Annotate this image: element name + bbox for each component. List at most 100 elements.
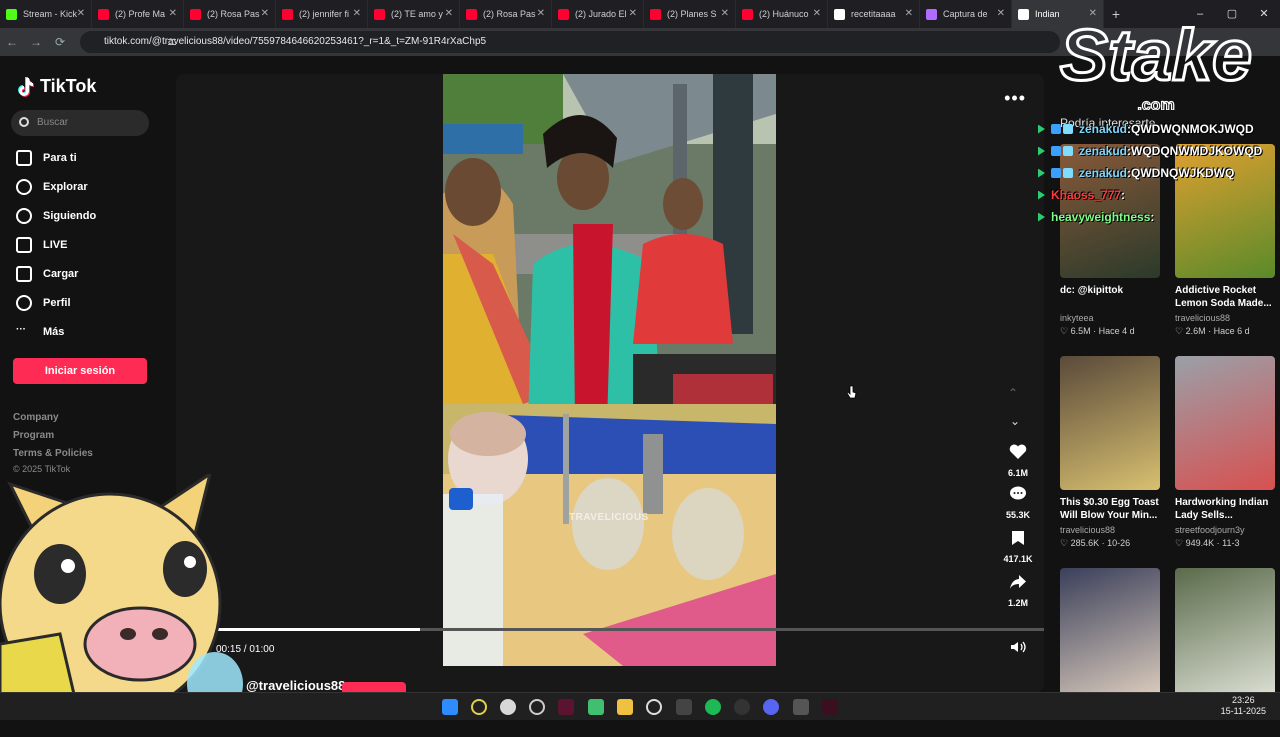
recommendation-meta: ♡ 6.5M · Hace 4 d: [1060, 326, 1160, 337]
tab-favicon-icon: [650, 8, 661, 20]
meta-separator: ·: [1214, 538, 1223, 548]
tab-close-icon[interactable]: ✕: [353, 8, 361, 19]
reload-icon[interactable]: ⟳: [48, 35, 72, 49]
save-action[interactable]: 417.1K: [998, 530, 1038, 564]
site-info-icon[interactable]: [168, 39, 176, 45]
recommendation-author[interactable]: inkyteea: [1060, 313, 1160, 323]
progress-bar[interactable]: [212, 628, 1044, 631]
browser-tab[interactable]: (2) Rosa Pas ✕: [184, 0, 276, 28]
sidebar-item-cargar[interactable]: Cargar: [16, 264, 78, 284]
recommendation-title[interactable]: dc: @kipittok: [1060, 284, 1160, 310]
share-icon: [1010, 575, 1026, 589]
recommendation-card[interactable]: This $0.30 Egg Toast Will Blow Your Min.…: [1060, 356, 1160, 549]
taskbar: 23:26 15-11-2025: [0, 692, 1280, 720]
sidebar-item-m-s[interactable]: ··· Más: [16, 322, 64, 342]
footer-link-program[interactable]: Program: [13, 430, 54, 441]
like-count: 6.1M: [1007, 468, 1028, 478]
tab-close-icon[interactable]: ✕: [813, 8, 821, 19]
more-icon: ···: [16, 324, 26, 335]
recommendation-author[interactable]: travelicious88: [1060, 525, 1160, 535]
video-scene: [443, 74, 776, 666]
like-action[interactable]: 6.1M: [998, 444, 1038, 478]
browser-tab[interactable]: (2) Huánuco ✕: [736, 0, 828, 28]
tab-title: Stream - Kick: [23, 9, 78, 19]
tab-close-icon[interactable]: ✕: [537, 8, 545, 19]
tab-close-icon[interactable]: ✕: [261, 8, 269, 19]
recommendation-title[interactable]: This $0.30 Egg Toast Will Blow Your Min.…: [1060, 496, 1160, 522]
url-field[interactable]: tiktok.com/@travelicious88/video/7559784…: [80, 31, 1060, 53]
tab-close-icon[interactable]: ✕: [721, 8, 729, 19]
next-video-icon[interactable]: ⌄: [1010, 414, 1020, 428]
browser-tab[interactable]: Captura de ✕: [920, 0, 1012, 28]
back-icon[interactable]: ←: [0, 35, 24, 49]
more-options-icon[interactable]: •••: [1004, 88, 1026, 109]
app2-taskbar-icon[interactable]: [588, 699, 604, 715]
recommendation-title[interactable]: Addictive Rocket Lemon Soda Made...: [1175, 284, 1275, 310]
follow-button[interactable]: [342, 682, 406, 692]
start-button[interactable]: [442, 699, 458, 715]
comment-action[interactable]: 55.3K: [998, 486, 1038, 520]
video-author[interactable]: @travelicious88: [246, 678, 345, 692]
recommendation-thumbnail[interactable]: [1060, 568, 1160, 702]
spotify-taskbar-icon[interactable]: [705, 699, 721, 715]
sidebar-item-perfil[interactable]: Perfil: [16, 293, 71, 313]
chat-separator: :: [1121, 188, 1126, 202]
footer-link-terms[interactable]: Terms & Policies: [13, 448, 93, 459]
search-taskbar-icon[interactable]: [471, 699, 487, 715]
mouse-cursor-icon: [847, 385, 857, 399]
video-frame[interactable]: TRAVELICIOUS: [443, 74, 776, 666]
recommendation-thumbnail[interactable]: [1175, 356, 1275, 490]
forward-icon[interactable]: →: [24, 35, 48, 49]
app3-taskbar-icon[interactable]: [676, 699, 692, 715]
sidebar-item-siguiendo[interactable]: Siguiendo: [16, 206, 96, 226]
app5-taskbar-icon[interactable]: [822, 699, 838, 715]
recommendation-author[interactable]: travelicious88: [1175, 313, 1275, 323]
volume-icon[interactable]: [1010, 640, 1026, 654]
recommendation-thumbnail[interactable]: [1175, 568, 1275, 702]
tab-close-icon[interactable]: ✕: [77, 8, 85, 19]
obs-taskbar-icon[interactable]: [646, 699, 662, 715]
recommendation-likes: 949.4K: [1185, 538, 1215, 548]
sidebar-item-explorar[interactable]: Explorar: [16, 177, 88, 197]
browser-tab[interactable]: (2) TE amo y ✕: [368, 0, 460, 28]
search-input[interactable]: Buscar: [11, 110, 149, 136]
recommendation-author[interactable]: streetfoodjourn3y: [1175, 525, 1275, 535]
steam-taskbar-icon[interactable]: [734, 699, 750, 715]
video-player[interactable]: TRAVELICIOUS ••• ⌃ ⌄ 6.1M 55.3K 417.1K 1…: [176, 74, 1044, 692]
tab-close-icon[interactable]: ✕: [905, 8, 913, 19]
recommendation-title[interactable]: Hardworking Indian Lady Sells...: [1175, 496, 1275, 522]
recommendation-date: Hace 4 d: [1098, 326, 1135, 336]
tab-close-icon[interactable]: ✕: [169, 8, 177, 19]
browser-tab[interactable]: (2) Jurado El ✕: [552, 0, 644, 28]
chrome-taskbar-icon[interactable]: [500, 699, 516, 715]
browser-tab[interactable]: (2) jennifer fi ✕: [276, 0, 368, 28]
browser-tab[interactable]: recetitaaaa ✕: [828, 0, 920, 28]
system-clock[interactable]: 23:26 15-11-2025: [1221, 695, 1266, 717]
recommendation-card[interactable]: Hardworking Indian Lady Sells... streetfo…: [1175, 356, 1275, 549]
share-action[interactable]: 1.2M: [998, 574, 1038, 608]
prev-video-icon[interactable]: ⌃: [1008, 386, 1018, 400]
discord-taskbar-icon[interactable]: [763, 699, 779, 715]
recommendation-thumbnail[interactable]: [1060, 356, 1160, 490]
upload-icon: [16, 266, 32, 282]
following-icon: [16, 208, 32, 224]
footer-link-company[interactable]: Company: [13, 412, 59, 423]
app-taskbar-icon[interactable]: [529, 699, 545, 715]
tab-close-icon[interactable]: ✕: [997, 8, 1005, 19]
sidebar-item-label: Perfil: [43, 297, 71, 309]
file-explorer-icon[interactable]: [617, 699, 633, 715]
comment-icon: [1010, 486, 1026, 500]
login-button[interactable]: Iniciar sesión: [13, 358, 147, 384]
sidebar-item-live[interactable]: LIVE: [16, 235, 67, 255]
browser-tab[interactable]: Stream - Kick ✕: [0, 0, 92, 28]
tab-close-icon[interactable]: ✕: [445, 8, 453, 19]
browser-tab[interactable]: (2) Profe Ma ✕: [92, 0, 184, 28]
tab-close-icon[interactable]: ✕: [629, 8, 637, 19]
browser-tab[interactable]: (2) Rosa Pas ✕: [460, 0, 552, 28]
sidebar-item-para-ti[interactable]: Para ti: [16, 148, 77, 168]
app4-taskbar-icon[interactable]: [793, 699, 809, 715]
browser-tab[interactable]: (2) Planes S ✕: [644, 0, 736, 28]
tiktok-logo[interactable]: TikTok: [16, 76, 96, 97]
share-count: 1.2M: [1007, 598, 1028, 608]
media-taskbar-icon[interactable]: [558, 699, 574, 715]
